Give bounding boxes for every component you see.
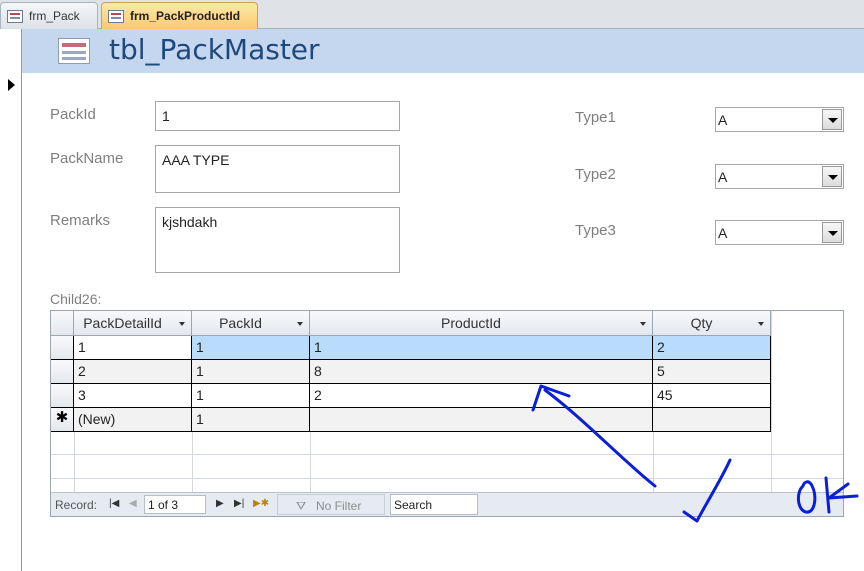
table-cell[interactable]: 1: [192, 360, 310, 384]
page-title: tbl_PackMaster: [109, 33, 320, 66]
chevron-down-icon[interactable]: [758, 322, 764, 326]
type3-value: A: [718, 225, 728, 241]
filter-label: No Filter: [316, 499, 362, 513]
search-input[interactable]: Search: [390, 494, 478, 515]
chevron-down-icon[interactable]: [822, 109, 842, 130]
row-selector[interactable]: [51, 336, 74, 360]
remarks-field[interactable]: kjshdakh: [155, 207, 400, 273]
table-cell[interactable]: 1: [310, 336, 653, 360]
funnel-icon: ⛛: [296, 499, 307, 513]
packname-field[interactable]: AAA TYPE: [155, 145, 400, 193]
first-record-icon[interactable]: |◀: [109, 498, 119, 509]
document-tab-strip: frm_Pack frm_PackProductId: [0, 0, 864, 29]
chevron-down-icon[interactable]: [640, 322, 646, 326]
new-record-marker[interactable]: ✱: [51, 408, 74, 432]
table-cell[interactable]: 3: [74, 384, 192, 408]
type3-label: Type3: [575, 222, 616, 239]
form-icon: [108, 9, 124, 23]
table-cell[interactable]: 5: [653, 360, 771, 384]
subform-datasheet[interactable]: PackDetailId PackId ProductId Qty 1 1 1 …: [50, 310, 844, 517]
new-row-cell[interactable]: (New): [74, 408, 192, 432]
current-record-arrow-icon: [8, 79, 15, 91]
column-header-packid[interactable]: PackId: [192, 311, 310, 336]
tab-label: frm_Pack: [29, 9, 80, 23]
access-window: frm_Pack frm_PackProductId tbl_PackMaste…: [0, 0, 864, 571]
record-label: Record:: [55, 498, 98, 512]
chevron-down-icon[interactable]: [297, 322, 303, 326]
new-row-cell[interactable]: 1: [192, 408, 310, 432]
packid-label: PackId: [50, 106, 96, 123]
type1-value: A: [718, 112, 728, 128]
chevron-down-icon[interactable]: [179, 322, 185, 326]
tab-label: frm_PackProductId: [130, 9, 241, 23]
table-cell[interactable]: 1: [74, 336, 192, 360]
table-cell[interactable]: 2: [653, 336, 771, 360]
type2-value: A: [718, 169, 728, 185]
filter-toggle[interactable]: ⛛ No Filter: [277, 494, 385, 515]
chevron-down-icon[interactable]: [822, 222, 842, 243]
tab-frm-pack[interactable]: frm_Pack: [0, 2, 98, 29]
new-row-cell[interactable]: [310, 408, 653, 432]
next-record-icon[interactable]: ▶: [216, 498, 224, 509]
grid-line: [51, 454, 843, 455]
grid-line: [51, 478, 843, 479]
form-icon: [58, 38, 90, 64]
column-header-qty[interactable]: Qty: [653, 311, 771, 336]
table-cell[interactable]: 45: [653, 384, 771, 408]
table-cell[interactable]: 1: [192, 384, 310, 408]
new-row-cell[interactable]: [653, 408, 771, 432]
record-selector-bar[interactable]: [0, 29, 22, 571]
record-navigation-bar: Record: |◀ ◀ 1 of 3 ▶ ▶| ▶✱ ⛛ No Filter …: [51, 492, 843, 516]
remarks-label: Remarks: [50, 212, 111, 229]
last-record-icon[interactable]: ▶|: [234, 498, 244, 509]
form-header: tbl_PackMaster: [22, 29, 864, 73]
column-header-packdetailid[interactable]: PackDetailId: [74, 311, 192, 336]
select-all-corner[interactable]: [51, 311, 74, 336]
form-icon: [7, 9, 23, 23]
grid-line: [771, 311, 772, 492]
table-cell[interactable]: 1: [192, 336, 310, 360]
previous-record-icon[interactable]: ◀: [129, 498, 137, 509]
type3-combo[interactable]: A: [715, 220, 844, 245]
type2-label: Type2: [575, 166, 616, 183]
table-cell[interactable]: 2: [74, 360, 192, 384]
new-record-icon[interactable]: ▶✱: [253, 498, 269, 509]
type1-label: Type1: [575, 109, 616, 126]
table-cell[interactable]: 2: [310, 384, 653, 408]
type1-combo[interactable]: A: [715, 107, 844, 132]
packname-label: PackName: [50, 150, 124, 167]
chevron-down-icon[interactable]: [822, 166, 842, 187]
row-selector[interactable]: [51, 360, 74, 384]
column-header-productid[interactable]: ProductId: [310, 311, 653, 336]
type2-combo[interactable]: A: [715, 164, 844, 189]
tab-frm-packproductid[interactable]: frm_PackProductId: [101, 2, 258, 29]
row-selector[interactable]: [51, 384, 74, 408]
table-cell[interactable]: 8: [310, 360, 653, 384]
current-record-input[interactable]: 1 of 3: [144, 495, 206, 514]
subform-label: Child26:: [50, 291, 102, 307]
packid-field[interactable]: 1: [155, 101, 400, 131]
